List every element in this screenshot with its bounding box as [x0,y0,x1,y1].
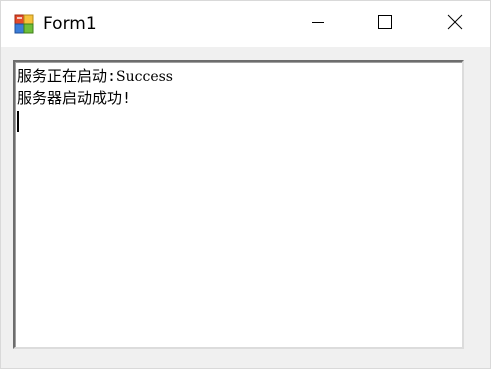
close-icon [447,14,463,35]
window-title: Form1 [43,14,97,34]
log-line-message: 服务正在启动: [17,67,117,85]
log-line: 服务正在启动:Success [17,66,173,87]
form-client-area: 服务正在启动:Success 服务器启动成功! [1,47,490,368]
maximize-icon [377,14,393,35]
text-caret [17,111,19,132]
close-button[interactable] [420,1,490,47]
app-window: Form1 服务正在启动:Success 服务器启动成功! [0,0,491,369]
windows-forms-app-icon[interactable] [14,14,34,34]
minimize-button[interactable] [283,1,353,47]
log-textbox[interactable]: 服务正在启动:Success 服务器启动成功! [13,60,464,349]
title-bar[interactable]: Form1 [1,1,490,47]
maximize-button[interactable] [350,1,420,47]
minimize-icon [310,14,326,35]
log-line-status: Success [116,69,173,85]
log-line: 服务器启动成功! [17,89,132,107]
